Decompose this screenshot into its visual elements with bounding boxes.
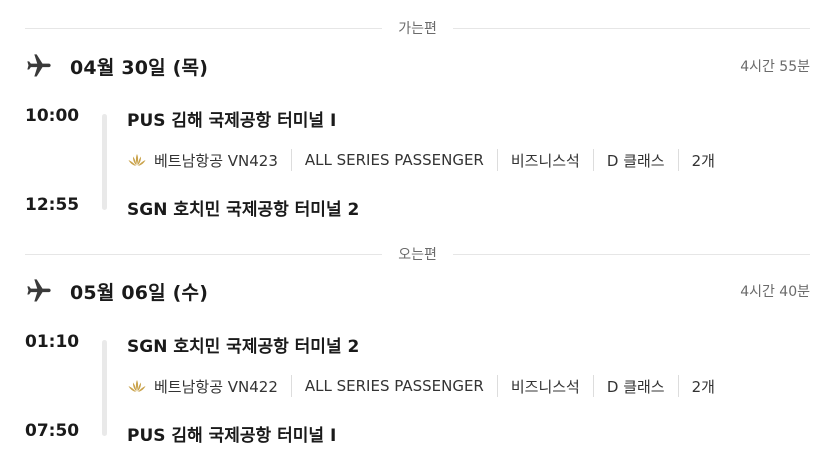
outbound-label: 가는편 — [398, 21, 437, 37]
separator — [677, 375, 679, 397]
separator — [290, 375, 292, 397]
outbound-airline-flight: 베트남항공 VN423 — [154, 151, 278, 170]
divider-line — [452, 27, 811, 29]
outbound-depart-time: 10:00 — [25, 106, 80, 126]
vietnam-airlines-lotus-icon — [127, 378, 147, 394]
outbound-arrive-time: 12:55 — [25, 195, 80, 215]
inbound-depart-time: 01:10 — [25, 332, 80, 352]
inbound-depart-airport: SGN 호치민 국제공항 터미널 2 — [127, 337, 360, 357]
outbound-duration: 4시간 55분 — [740, 59, 810, 75]
separator — [290, 149, 292, 171]
inbound-baggage: 2개 — [691, 377, 715, 396]
divider-line — [25, 253, 383, 255]
outbound-timeline — [102, 114, 107, 210]
inbound-arrive-time: 07:50 — [25, 421, 80, 441]
outbound-header: 04월 30일 (목) 4시간 55분 — [25, 51, 810, 81]
separator — [592, 149, 594, 171]
inbound-fare-type: ALL SERIES PASSENGER — [304, 377, 484, 395]
inbound-airline-flight: 베트남항공 VN422 — [154, 377, 278, 396]
outbound-fare-type: ALL SERIES PASSENGER — [304, 151, 484, 169]
outbound-depart-airport: PUS 김해 국제공항 터미널 I — [127, 111, 337, 131]
airplane-icon — [25, 52, 53, 80]
outbound-date: 04월 30일 (목) — [70, 56, 209, 79]
divider-line — [25, 27, 383, 29]
inbound-cabin: 비즈니스석 — [510, 377, 580, 396]
inbound-flight-details: 베트남항공 VN422 ALL SERIES PASSENGER 비즈니스석 D… — [127, 373, 715, 399]
separator — [677, 149, 679, 171]
outbound-cabin: 비즈니스석 — [510, 151, 580, 170]
inbound-duration: 4시간 40분 — [740, 284, 810, 300]
outbound-booking-class: D 클래스 — [606, 151, 665, 170]
inbound-arrive-airport: PUS 김해 국제공항 터미널 I — [127, 426, 337, 446]
outbound-baggage: 2개 — [691, 151, 715, 170]
inbound-booking-class: D 클래스 — [606, 377, 665, 396]
outbound-arrive-airport: SGN 호치민 국제공항 터미널 2 — [127, 200, 360, 220]
inbound-date: 05월 06일 (수) — [70, 281, 209, 304]
airplane-icon — [25, 277, 53, 305]
inbound-timeline — [102, 340, 107, 436]
divider-line — [452, 253, 811, 255]
outbound-divider: 가는편 — [25, 18, 811, 38]
vietnam-airlines-lotus-icon — [127, 152, 147, 168]
outbound-flight-details: 베트남항공 VN423 ALL SERIES PASSENGER 비즈니스석 D… — [127, 147, 715, 173]
inbound-header: 05월 06일 (수) 4시간 40분 — [25, 276, 810, 306]
inbound-divider: 오는편 — [25, 244, 811, 264]
separator — [496, 149, 498, 171]
separator — [496, 375, 498, 397]
separator — [592, 375, 594, 397]
inbound-label: 오는편 — [398, 247, 437, 263]
